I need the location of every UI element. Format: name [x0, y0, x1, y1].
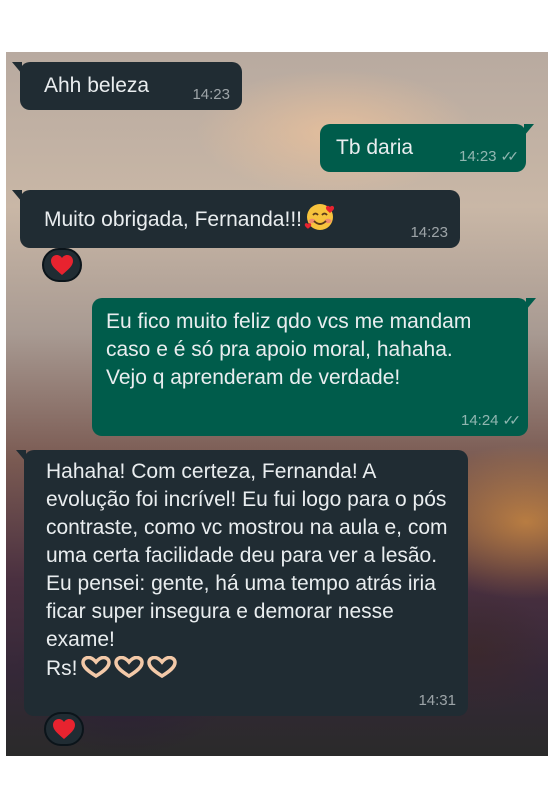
- message-incoming[interactable]: Ahh beleza 14:23: [12, 62, 242, 110]
- message-time: 14:24 ✓✓: [460, 412, 522, 429]
- reaction-badge[interactable]: [42, 248, 82, 282]
- double-check-icon: ✓✓: [500, 148, 520, 164]
- heart-icon: [53, 719, 75, 739]
- heart-hands-icon: [146, 656, 177, 678]
- message-time: 14:23: [410, 224, 448, 241]
- message-outgoing[interactable]: Tb daria 14:23 ✓✓: [320, 124, 534, 172]
- message-incoming[interactable]: Muito obrigada, Fernanda!!! 14:23: [12, 190, 460, 248]
- message-text: Hahaha! Com certeza, Fernanda! A evoluçã…: [46, 460, 448, 651]
- message-incoming[interactable]: Hahaha! Com certeza, Fernanda! A evoluçã…: [16, 450, 468, 716]
- message-text: Eu fico muito feliz qdo vcs me mandam ca…: [106, 310, 472, 389]
- message-text-line: Rs!: [46, 655, 458, 683]
- message-time: 14:31: [418, 692, 456, 709]
- smiling-face-with-hearts-icon: [304, 204, 335, 230]
- heart-hands-icon: [80, 656, 111, 678]
- reaction-badge[interactable]: [44, 712, 84, 746]
- heart-hands-icon: [113, 656, 144, 678]
- double-check-icon: ✓✓: [502, 412, 522, 428]
- chat-area[interactable]: Ahh beleza 14:23 Tb daria 14:23 ✓✓ Muito …: [6, 52, 548, 756]
- message-time: 14:23 ✓✓: [458, 148, 520, 165]
- message-text: Muito obrigada, Fernanda!!!: [44, 202, 460, 234]
- message-outgoing[interactable]: Eu fico muito feliz qdo vcs me mandam ca…: [92, 298, 536, 436]
- message-time: 14:23: [192, 86, 230, 103]
- heart-icon: [51, 255, 73, 275]
